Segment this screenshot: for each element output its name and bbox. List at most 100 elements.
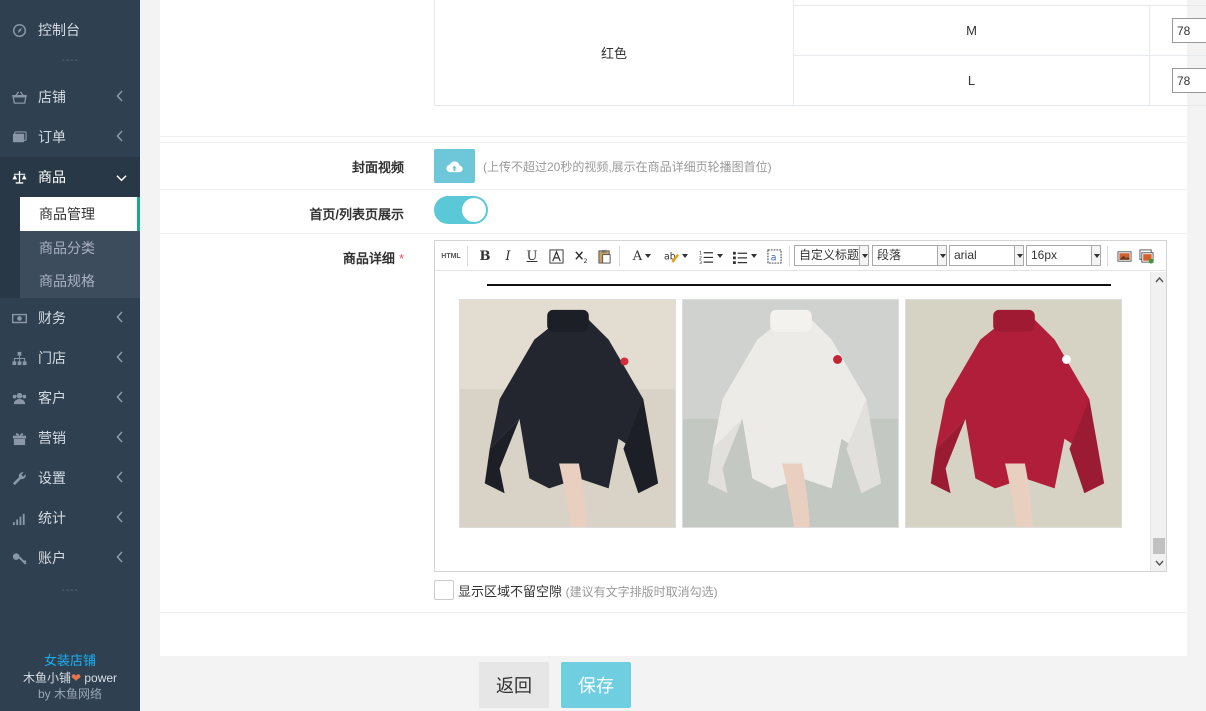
sidebar-item-settings[interactable]: 设置 <box>0 458 140 498</box>
row-divider <box>160 612 1187 613</box>
scroll-up-icon[interactable] <box>1151 272 1167 288</box>
store-icon <box>11 89 27 105</box>
heart-icon: ❤ <box>70 671 82 685</box>
toolbar-separator <box>467 246 468 266</box>
paragraph-select[interactable]: 段落 <box>872 245 947 266</box>
heading-select[interactable]: 自定义标题 <box>794 245 869 266</box>
html-source-button[interactable]: HTML <box>441 247 461 265</box>
font-color-text: A <box>632 248 643 264</box>
no-gap-checkbox[interactable] <box>434 580 454 600</box>
row-divider <box>160 142 1187 143</box>
sku-color-cell: 红色 <box>435 0 794 105</box>
product-photo-black <box>459 299 676 528</box>
italic-button[interactable]: I <box>500 247 516 265</box>
dashboard-icon <box>11 22 27 38</box>
sidebar-item-orders[interactable]: 订单 <box>0 117 140 157</box>
home-display-toggle[interactable] <box>434 196 488 224</box>
wrench-icon <box>11 470 27 486</box>
chevron-down-icon <box>859 246 868 265</box>
back-button[interactable]: 返回 <box>479 662 549 708</box>
ordered-list-icon[interactable]: 123 <box>697 247 725 265</box>
sidebar-item-stores[interactable]: 门店 <box>0 338 140 378</box>
detail-label-text: 商品详细 <box>342 251 395 266</box>
sku-stock-input[interactable] <box>1172 18 1206 43</box>
toggle-knob <box>462 198 486 222</box>
horizontal-rule <box>487 284 1111 286</box>
chevron-left-icon <box>116 311 126 325</box>
sitemap-icon <box>11 350 27 366</box>
by-company: by 木鱼网络 <box>37 687 102 701</box>
detail-label: 商品详细 * <box>343 248 404 267</box>
cloud-upload-icon <box>446 160 463 172</box>
product-photo-red <box>905 299 1122 528</box>
sidebar-item-statistics[interactable]: 统计 <box>0 498 140 538</box>
subscript-icon[interactable]: 2 <box>572 247 590 265</box>
chevron-down-icon <box>116 170 127 184</box>
sku-row: M <box>794 5 1206 55</box>
sidebar: 控制台 ---- 店铺 订单 商品 商品管理 商品分类 商品规格 财务 门店 客… <box>0 0 140 711</box>
signal-icon <box>11 510 27 526</box>
scale-icon <box>11 169 27 185</box>
highlight-color-icon[interactable]: ab <box>661 247 691 265</box>
chevron-left-icon <box>116 471 126 485</box>
svg-text:2: 2 <box>583 257 587 264</box>
sidebar-item-account[interactable]: 账户 <box>0 538 140 578</box>
chevron-down-icon <box>1014 246 1023 265</box>
sidebar-item-marketing[interactable]: 营销 <box>0 418 140 458</box>
cover-video-label: 封面视频 <box>351 160 404 175</box>
sidebar-item-customers[interactable]: 客户 <box>0 378 140 418</box>
sidebar-item-store[interactable]: 店铺 <box>0 77 140 117</box>
insert-image-icon[interactable] <box>1115 247 1133 265</box>
key-icon <box>11 550 27 566</box>
sidebar-item-dashboard[interactable]: 控制台 <box>0 10 140 50</box>
no-gap-hint: (建议有文字排版时取消勾选) <box>565 585 718 599</box>
heading-select-value: 自定义标题 <box>799 248 860 262</box>
sidebar-item-label: 订单 <box>38 129 66 145</box>
brand-footer: 女装店铺 木鱼小铺❤ power by 木鱼网络 <box>0 652 140 702</box>
svg-text:3: 3 <box>699 260 702 264</box>
gift-icon <box>11 430 27 446</box>
toolbar-separator <box>789 246 790 266</box>
sidebar-item-label: 设置 <box>38 470 66 486</box>
submenu-item-product-spec[interactable]: 商品规格 <box>20 264 140 298</box>
font-family-select[interactable]: arial <box>949 245 1024 266</box>
editor-content[interactable] <box>435 272 1150 571</box>
submenu-item-product-management[interactable]: 商品管理 <box>20 197 140 231</box>
no-gap-label-text: 显示区域不留空隙 <box>458 584 563 599</box>
underline-button[interactable]: U <box>524 247 540 265</box>
font-color-button[interactable]: A <box>629 247 655 265</box>
scroll-down-icon[interactable] <box>1151 555 1167 571</box>
order-icon <box>11 129 27 145</box>
menu-divider-dots: ---- <box>61 55 79 66</box>
sku-table: 红色 M L <box>434 0 1206 106</box>
cover-video-hint: (上传不超过20秒的视频,展示在商品详细页轮播图首位) <box>483 160 772 174</box>
users-icon <box>11 390 27 406</box>
bold-button[interactable]: B <box>477 247 493 265</box>
no-gap-label: 显示区域不留空隙 (建议有文字排版时取消勾选) <box>458 581 718 600</box>
sku-stock-input[interactable] <box>1172 68 1206 93</box>
chevron-left-icon <box>116 391 126 405</box>
power-text: power <box>84 671 118 685</box>
row-divider <box>160 233 1187 234</box>
chevron-left-icon <box>116 431 126 445</box>
chevron-left-icon <box>116 551 126 565</box>
font-family-value: arial <box>954 248 977 262</box>
editor-scrollbar[interactable] <box>1150 272 1166 571</box>
scrollbar-thumb[interactable] <box>1153 538 1165 554</box>
toolbar-separator <box>1107 246 1108 266</box>
font-border-icon[interactable] <box>547 247 565 265</box>
font-size-select[interactable]: 16px <box>1026 245 1101 266</box>
store-name[interactable]: 女装店铺 <box>0 652 140 669</box>
paste-icon[interactable] <box>595 247 613 265</box>
font-size-value: 16px <box>1031 248 1058 262</box>
multi-image-icon[interactable] <box>1137 247 1155 265</box>
upload-video-button[interactable] <box>434 149 475 183</box>
save-button[interactable]: 保存 <box>561 662 631 708</box>
submenu-item-product-category[interactable]: 商品分类 <box>20 231 140 265</box>
unordered-list-icon[interactable] <box>731 247 759 265</box>
sidebar-item-products[interactable]: 商品 <box>0 157 140 197</box>
select-all-icon[interactable]: a <box>765 247 783 265</box>
menu-divider-dots: ---- <box>61 585 79 596</box>
sidebar-item-finance[interactable]: 财务 <box>0 298 140 338</box>
form-footer <box>160 656 1206 711</box>
